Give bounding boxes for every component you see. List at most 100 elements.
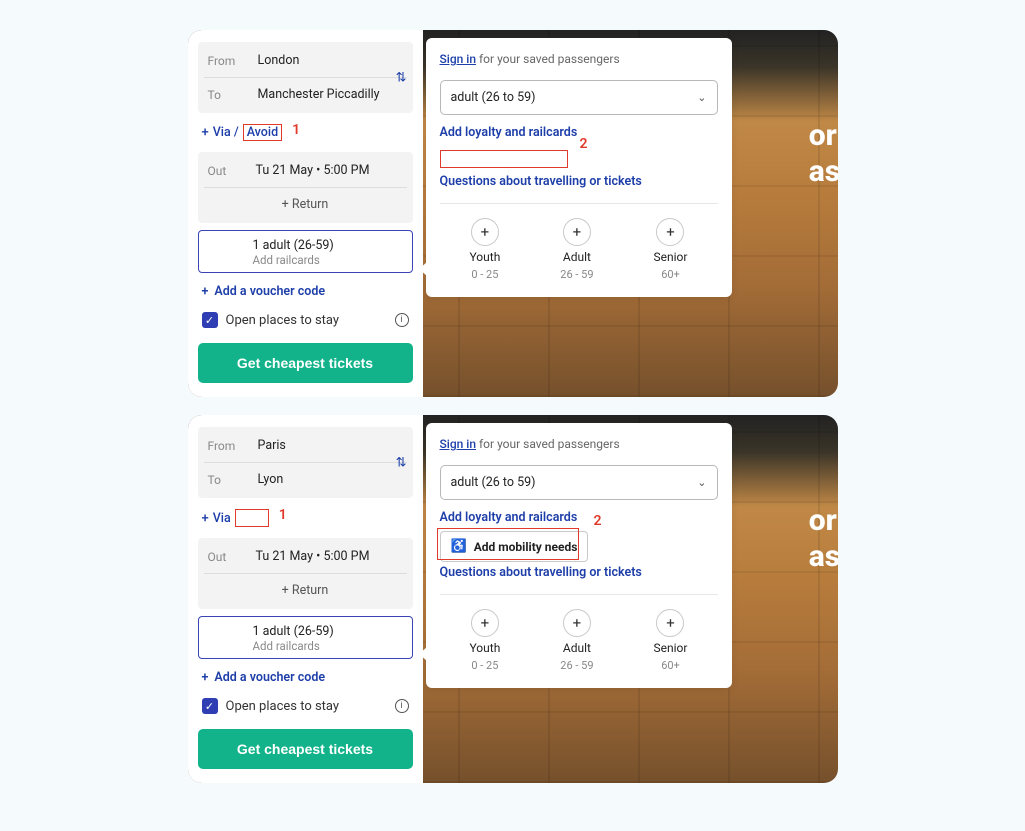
return-text: + Return xyxy=(282,197,329,212)
passenger-summary: 1 adult (26-59) xyxy=(253,238,406,253)
annotation-2: 2 xyxy=(594,513,602,529)
to-value: Lyon xyxy=(258,472,284,487)
open-places-row: ✓ Open places to stay i xyxy=(198,696,413,716)
voucher-label: Add a voucher code xyxy=(214,284,325,299)
age-label: Senior xyxy=(654,641,688,655)
return-row[interactable]: + Return xyxy=(204,573,407,607)
open-places-label: Open places to stay xyxy=(226,313,340,328)
passenger-type-select[interactable]: adult (26 to 59) ⌄ xyxy=(440,465,718,500)
search-form: FromLondonToManchester Piccadilly⇅+Via /… xyxy=(188,30,423,397)
from-label: From xyxy=(208,439,248,453)
signin-prompt: Sign in for your saved passengers xyxy=(440,437,718,451)
from-label: From xyxy=(208,54,248,68)
chevron-down-icon: ⌄ xyxy=(697,476,706,489)
sign-in-link[interactable]: Sign in xyxy=(440,437,477,451)
add-voucher-link[interactable]: +Add a voucher code xyxy=(198,280,413,303)
popover-arrow-icon xyxy=(419,262,427,276)
out-label: Out xyxy=(208,550,244,564)
passenger-popover: Sign in for your saved passengers adult (… xyxy=(426,423,732,688)
swap-icon[interactable]: ⇅ xyxy=(396,70,407,85)
age-group: + Youth 0 - 25 xyxy=(469,609,500,672)
sign-in-link[interactable]: Sign in xyxy=(440,52,477,66)
info-icon[interactable]: i xyxy=(395,313,409,327)
chevron-down-icon: ⌄ xyxy=(697,91,706,104)
signin-text: for your saved passengers xyxy=(476,437,620,451)
age-group: + Adult 26 - 59 xyxy=(560,609,593,672)
age-group: + Adult 26 - 59 xyxy=(560,218,593,281)
add-voucher-link[interactable]: +Add a voucher code xyxy=(198,666,413,689)
from-row[interactable]: From London xyxy=(204,44,407,77)
passenger-summary: 1 adult (26-59) xyxy=(253,624,406,639)
add-loyalty-link[interactable]: Add loyalty and railcards xyxy=(440,125,718,140)
open-places-row: ✓ Open places to stay i xyxy=(198,310,413,330)
faq-link[interactable]: Questions about travelling or tickets xyxy=(440,565,718,580)
add-passenger-button[interactable]: + xyxy=(563,609,591,637)
via-text: Via / xyxy=(213,125,239,140)
via-avoid-link[interactable]: + Via 1 xyxy=(198,505,413,531)
loyalty-label: Add loyalty and railcards xyxy=(440,125,578,140)
out-label: Out xyxy=(208,164,244,178)
search-form: From Paris To Lyon ⇅ + Via 1 Out Tu 21 May • 5:00… xyxy=(188,415,423,783)
swap-icon[interactable]: ⇅ xyxy=(396,455,407,470)
passenger-selector[interactable]: 1 adult (26-59)Add railcards xyxy=(198,230,413,273)
checkbox-icon[interactable]: ✓ xyxy=(202,312,218,328)
avoid-button-highlight: Avoid xyxy=(243,124,282,141)
avoid-missing-highlight xyxy=(235,509,269,527)
age-range: 60+ xyxy=(661,268,680,281)
comparison-panel: orasyFromLondonToManchester Piccadilly⇅+… xyxy=(188,30,838,397)
age-range: 26 - 59 xyxy=(560,268,593,281)
plus-icon: + xyxy=(202,511,209,526)
passenger-selector[interactable]: 1 adult (26-59)Add railcards xyxy=(198,616,413,659)
search-card: From London ToManchester Piccadilly⇅ + Via /… xyxy=(188,30,838,397)
open-places-checkbox-group[interactable]: ✓ Open places to stay xyxy=(202,698,340,714)
to-label: To xyxy=(208,473,248,487)
date-box: Out Tu 21 May • 5:00 PM + Return xyxy=(198,538,413,609)
annotation-2: 2 xyxy=(580,136,588,152)
info-icon[interactable]: i xyxy=(395,699,409,713)
age-range: 26 - 59 xyxy=(560,659,593,672)
add-passenger-button[interactable]: + xyxy=(563,218,591,246)
age-label: Adult xyxy=(563,250,591,264)
out-value: Tu 21 May • 5:00 PM xyxy=(256,549,370,564)
age-group: +Senior60+ xyxy=(654,609,688,672)
from-value: London xyxy=(258,53,300,68)
to-row[interactable]: ToManchester Piccadilly xyxy=(204,77,407,111)
out-row[interactable]: OutTu 21 May • 5:00 PM xyxy=(204,154,407,187)
location-box: From London ToManchester Piccadilly⇅ xyxy=(198,42,413,113)
popover-arrow-icon xyxy=(419,647,427,661)
location-box: From Paris To Lyon ⇅ xyxy=(198,427,413,498)
search-card: From Paris To Lyon ⇅ + Via 1 Out Tu 21 May • 5:00… xyxy=(188,415,838,783)
add-passenger-button[interactable]: + xyxy=(656,609,684,637)
via-text: Via xyxy=(213,511,231,526)
out-row[interactable]: Out Tu 21 May • 5:00 PM xyxy=(204,540,407,573)
return-row[interactable]: + Return xyxy=(204,187,407,221)
passenger-type-select[interactable]: adult (26 to 59)⌄ xyxy=(440,80,718,115)
age-groups: +Youth0 - 25+Adult26 - 59+Senior60+ xyxy=(440,594,718,672)
add-loyalty-link[interactable]: Add loyalty and railcards xyxy=(440,510,718,525)
faq-link[interactable]: Questions about travelling or tickets xyxy=(440,174,718,189)
to-row[interactable]: To Lyon xyxy=(204,462,407,496)
add-passenger-button[interactable]: + xyxy=(656,218,684,246)
open-places-checkbox-group[interactable]: ✓ Open places to stay xyxy=(202,312,340,328)
get-cheapest-button[interactable]: Get cheapest tickets xyxy=(198,729,413,769)
select-value: adult (26 to 59) xyxy=(451,475,536,490)
via-avoid-link[interactable]: +Via /Avoid1 xyxy=(198,120,413,145)
age-label: Youth xyxy=(469,641,500,655)
plus-icon: + xyxy=(202,670,209,685)
get-cheapest-button[interactable]: Get cheapest tickets xyxy=(198,343,413,383)
from-row[interactable]: From Paris xyxy=(204,429,407,462)
to-label: To xyxy=(208,88,248,102)
add-passenger-button[interactable]: + xyxy=(471,218,499,246)
open-places-label: Open places to stay xyxy=(226,699,340,714)
annotation-1: 1 xyxy=(279,507,287,523)
mobility-row-wrap: ♿Add mobility needs2 xyxy=(440,531,718,559)
age-group: +Youth0 - 25 xyxy=(469,218,500,281)
from-value: Paris xyxy=(258,438,286,453)
age-label: Adult xyxy=(563,641,591,655)
checkbox-icon[interactable]: ✓ xyxy=(202,698,218,714)
annotation-2-highlight xyxy=(437,528,579,560)
add-passenger-button[interactable]: + xyxy=(471,609,499,637)
annotation-2-highlight xyxy=(440,150,568,168)
age-range: 0 - 25 xyxy=(471,659,498,672)
signin-text: for your saved passengers xyxy=(476,52,620,66)
